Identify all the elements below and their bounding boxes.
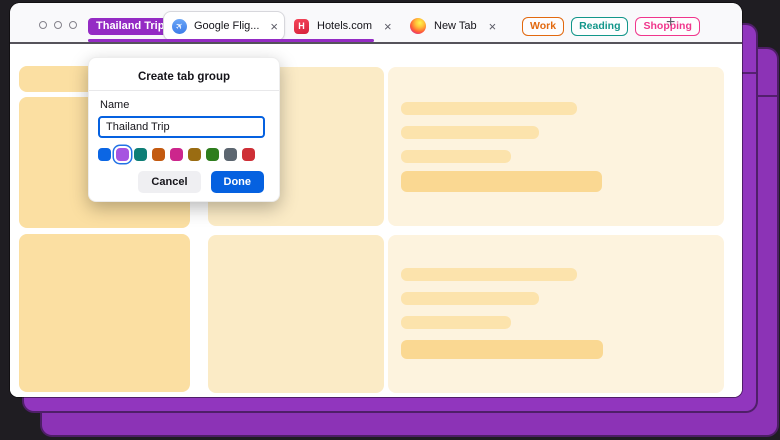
- group-name-input[interactable]: [98, 116, 265, 138]
- tab-label: Hotels.com: [317, 20, 372, 32]
- placeholder-text-bar: [401, 292, 539, 305]
- window-control-circle[interactable]: [69, 21, 77, 29]
- color-swatch[interactable]: [152, 148, 165, 161]
- browser-window: Thailand Trip ✈ Google Flig... × H Hotel…: [10, 3, 742, 397]
- page-viewport: Create tab group Name Cancel Done: [10, 46, 742, 397]
- close-tab-icon[interactable]: ×: [270, 20, 278, 33]
- close-tab-icon[interactable]: ×: [489, 20, 497, 33]
- placeholder-text-bar: [401, 171, 602, 192]
- name-label: Name: [100, 99, 129, 111]
- color-swatch[interactable]: [134, 148, 147, 161]
- placeholder-text-bar: [401, 102, 577, 115]
- dialog-divider: [89, 90, 279, 91]
- color-swatch[interactable]: [98, 148, 111, 161]
- tab-new-tab[interactable]: New Tab ×: [410, 11, 496, 41]
- placeholder-text-bar: [401, 340, 603, 359]
- tab-group-chip-work[interactable]: Work: [522, 17, 564, 36]
- placeholder-panel: [388, 235, 724, 393]
- tab-google-flights[interactable]: ✈ Google Flig... ×: [163, 11, 285, 41]
- color-swatches: [98, 148, 255, 161]
- dialog-title: Create tab group: [89, 58, 279, 83]
- tab-hotels-com[interactable]: H Hotels.com ×: [294, 11, 392, 41]
- close-tab-icon[interactable]: ×: [384, 20, 392, 33]
- window-controls[interactable]: [39, 21, 77, 29]
- placeholder-text-bar: [401, 150, 511, 163]
- tab-label: Google Flig...: [194, 20, 259, 32]
- tab-label: New Tab: [434, 20, 477, 32]
- firefox-icon: [410, 18, 426, 34]
- color-swatch[interactable]: [206, 148, 219, 161]
- placeholder-panel: [208, 235, 384, 393]
- placeholder-block: [19, 234, 190, 392]
- tab-group-underline: [88, 39, 374, 42]
- google-flights-icon: ✈: [172, 19, 187, 34]
- placeholder-text-bar: [401, 316, 511, 329]
- done-button[interactable]: Done: [211, 171, 265, 193]
- placeholder-panel: [388, 67, 724, 226]
- cancel-button[interactable]: Cancel: [138, 171, 200, 193]
- window-control-circle[interactable]: [39, 21, 47, 29]
- new-tab-button[interactable]: +: [666, 14, 675, 32]
- tab-group-chip-reading[interactable]: Reading: [571, 17, 628, 36]
- tab-group-label-thailand-trip[interactable]: Thailand Trip: [88, 18, 172, 35]
- placeholder-text-bar: [401, 268, 577, 281]
- color-swatch[interactable]: [188, 148, 201, 161]
- window-control-circle[interactable]: [54, 21, 62, 29]
- dialog-buttons: Cancel Done: [138, 171, 264, 193]
- color-swatch-selected[interactable]: [116, 148, 129, 161]
- tab-bar: Thailand Trip ✈ Google Flig... × H Hotel…: [10, 3, 742, 44]
- color-swatch[interactable]: [224, 148, 237, 161]
- create-tab-group-dialog: Create tab group Name Cancel Done: [88, 57, 280, 202]
- color-swatch[interactable]: [242, 148, 255, 161]
- hotels-com-icon: H: [294, 19, 309, 34]
- placeholder-text-bar: [401, 126, 539, 139]
- color-swatch[interactable]: [170, 148, 183, 161]
